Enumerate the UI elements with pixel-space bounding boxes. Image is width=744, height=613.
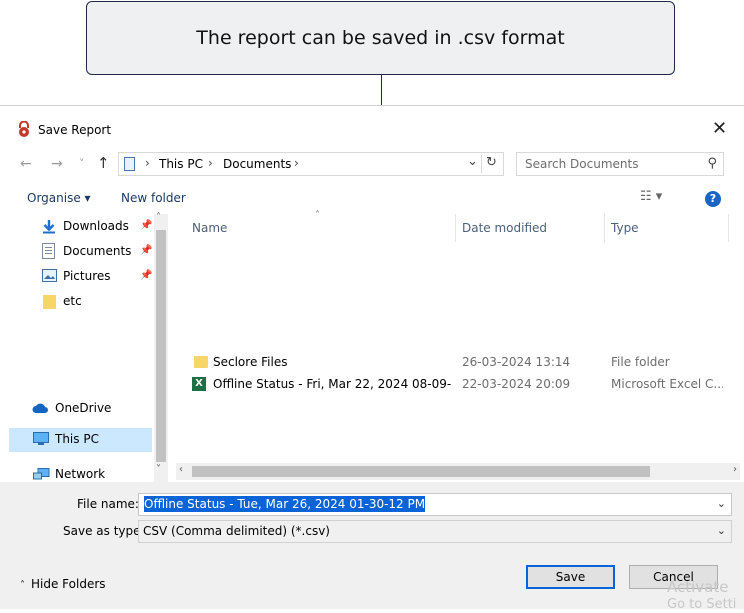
breadcrumb-this-pc[interactable]: This PC	[159, 157, 203, 171]
chevron-right-icon: ›	[145, 156, 150, 170]
scroll-down-icon[interactable]: ˅	[156, 464, 161, 475]
seclore-lock-icon	[19, 121, 29, 137]
column-divider[interactable]	[728, 214, 729, 242]
horizontal-scrollbar[interactable]: ‹ ›	[176, 463, 740, 480]
new-folder-button[interactable]: New folder	[121, 191, 186, 205]
scroll-up-icon[interactable]: ˄	[156, 212, 161, 223]
file-list: ˄ Name Date modified Type Seclore Files …	[176, 210, 744, 484]
column-header-type[interactable]: Type	[611, 221, 639, 235]
organise-button[interactable]: Organise ▾	[27, 191, 91, 205]
sidebar-item-label: OneDrive	[55, 401, 112, 415]
file-type: File folder	[611, 355, 670, 369]
recent-locations-icon[interactable]: ˅	[79, 157, 85, 170]
sidebar-item-label: Pictures	[63, 269, 111, 283]
navigation-bar: ← → ˅ ↑ › This PC › Documents › ⌄ ↻ Sear…	[0, 152, 744, 178]
sidebar-item-this-pc[interactable]: This PC	[9, 428, 152, 452]
network-icon	[33, 468, 50, 480]
column-divider[interactable]	[604, 214, 605, 242]
scroll-left-icon[interactable]: ‹	[179, 464, 183, 475]
pin-icon: 📌	[140, 220, 153, 231]
pin-icon: 📌	[140, 245, 153, 256]
column-header-name[interactable]: Name	[192, 221, 227, 235]
file-name-field[interactable]: Offline Status - Tue, Mar 26, 2024 01-30…	[138, 493, 732, 516]
sidebar-item-onedrive[interactable]: OneDrive	[0, 398, 152, 420]
scroll-right-icon[interactable]: ›	[733, 464, 737, 475]
excel-icon: X	[192, 377, 206, 391]
table-row[interactable]: X Offline Status - Fri, Mar 22, 2024 08-…	[176, 374, 736, 396]
table-row[interactable]: Seclore Files 26-03-2024 13:14 File fold…	[176, 352, 736, 374]
back-arrow-icon[interactable]: ←	[20, 156, 32, 172]
pin-icon: 📌	[140, 270, 153, 281]
save-as-type-value: CSV (Comma delimited) (*.csv)	[143, 524, 330, 538]
folder-icon	[43, 295, 56, 309]
chevron-down-icon[interactable]: ⌄	[717, 524, 726, 537]
search-icon: ⚲	[707, 156, 717, 171]
sidebar-item-label: Network	[55, 467, 106, 481]
file-name: Seclore Files	[213, 355, 288, 369]
toolbar: Organise ▾ New folder ☷ ▾ ?	[0, 186, 744, 212]
sidebar-item-etc[interactable]: etc	[0, 291, 152, 313]
sidebar-item-documents[interactable]: Documents 📌	[0, 241, 152, 263]
save-report-dialog: Save Report ✕ ← → ˅ ↑ › This PC › Docume…	[0, 105, 744, 612]
search-placeholder: Search Documents	[525, 157, 639, 171]
view-options-icon[interactable]: ☷ ▾	[640, 189, 662, 204]
sidebar-item-pictures[interactable]: Pictures 📌	[0, 266, 152, 288]
cloud-icon	[32, 403, 48, 413]
file-name-label: File name:	[77, 497, 139, 511]
chevron-down-icon[interactable]: ⌄	[717, 497, 726, 510]
scrollbar-thumb[interactable]	[192, 466, 650, 477]
up-arrow-icon[interactable]: ↑	[97, 154, 110, 172]
file-name: Offline Status - Fri, Mar 22, 2024 08-09…	[213, 377, 451, 391]
monitor-icon	[33, 432, 49, 445]
sidebar-scrollbar[interactable]: ˄ ˅	[154, 212, 168, 486]
sidebar-item-label: This PC	[55, 432, 99, 446]
file-name-value: Offline Status - Tue, Mar 26, 2024 01-30…	[144, 496, 426, 512]
chevron-up-icon: ˄	[20, 580, 25, 591]
title-bar: Save Report ✕	[0, 106, 744, 152]
column-header-date-modified[interactable]: Date modified	[462, 221, 547, 235]
save-button[interactable]: Save	[526, 565, 615, 589]
help-icon[interactable]: ?	[705, 191, 721, 207]
hide-folders-button[interactable]: ˄ Hide Folders	[20, 577, 106, 591]
sort-ascending-icon: ˄	[315, 210, 320, 221]
watermark-text: Activate	[667, 578, 729, 596]
file-date: 26-03-2024 13:14	[462, 355, 571, 369]
chevron-right-icon: ›	[294, 156, 299, 170]
save-form: File name: Offline Status - Tue, Mar 26,…	[0, 482, 744, 612]
address-dropdown-icon[interactable]: ⌄	[467, 154, 478, 169]
scrollbar-thumb[interactable]	[156, 230, 166, 462]
file-type: Microsoft Excel C...	[611, 377, 723, 391]
sidebar-item-label: Documents	[63, 244, 132, 258]
refresh-icon[interactable]: ↻	[486, 155, 497, 170]
save-as-type-select[interactable]: CSV (Comma delimited) (*.csv) ⌄	[138, 520, 732, 543]
callout-box: The report can be saved in .csv format	[86, 1, 675, 75]
dialog-title: Save Report	[38, 123, 112, 137]
file-date: 22-03-2024 20:09	[462, 377, 571, 391]
save-as-type-label: Save as type:	[63, 524, 145, 538]
sidebar-item-label: Downloads	[63, 219, 129, 233]
breadcrumb-documents[interactable]: Documents	[223, 157, 291, 171]
sidebar-item-downloads[interactable]: Downloads 📌	[0, 216, 152, 238]
close-icon[interactable]: ✕	[712, 118, 727, 139]
document-icon	[42, 243, 55, 259]
navigation-pane: Downloads 📌 Documents 📌 Pictures 📌 etc O…	[0, 212, 170, 486]
chevron-right-icon: ›	[208, 156, 213, 170]
search-input[interactable]: Search Documents ⚲	[516, 152, 724, 176]
column-divider[interactable]	[455, 214, 456, 242]
picture-icon	[42, 269, 57, 282]
hide-folders-label: Hide Folders	[31, 577, 106, 591]
forward-arrow-icon[interactable]: →	[51, 156, 63, 172]
divider	[481, 155, 482, 173]
address-bar[interactable]: › This PC › Documents › ⌄ ↻	[118, 152, 504, 176]
download-arrow-icon	[43, 220, 55, 234]
watermark-text: Go to Setti	[667, 597, 737, 612]
this-pc-icon	[124, 157, 135, 171]
sidebar-item-label: etc	[63, 294, 82, 308]
callout-text: The report can be saved in .csv format	[196, 27, 565, 49]
folder-icon	[194, 356, 208, 368]
